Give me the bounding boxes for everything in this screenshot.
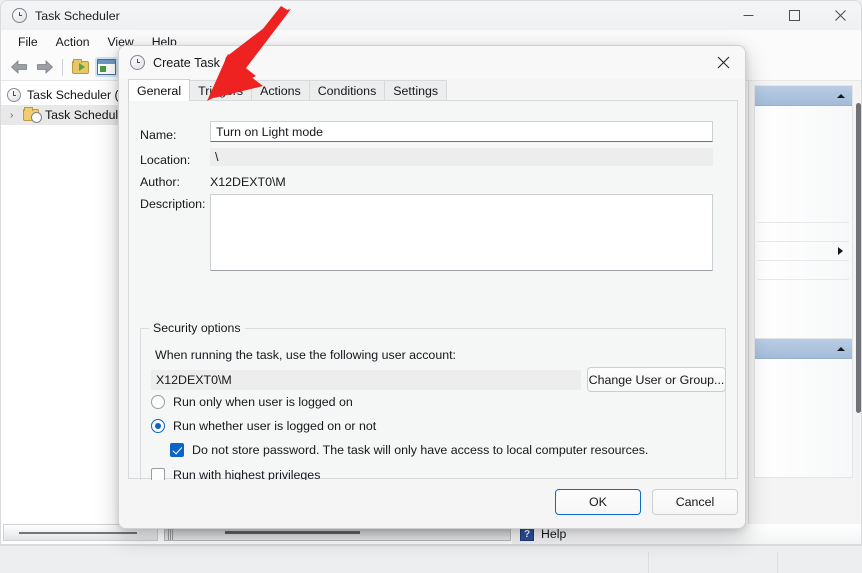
- ok-button[interactable]: OK: [555, 489, 641, 515]
- name-label: Name:: [140, 128, 177, 142]
- window-titlebar: Task Scheduler: [1, 1, 861, 30]
- description-label: Description:: [140, 197, 206, 211]
- window-controls: [725, 1, 861, 30]
- tree-item-label: Task Schedule: [45, 108, 125, 122]
- checkbox-do-not-store-password[interactable]: Do not store password. The task will onl…: [170, 443, 648, 457]
- help-label[interactable]: Help: [541, 527, 566, 541]
- general-tab-panel: Name: Turn on Light mode Location: \ Aut…: [128, 100, 738, 524]
- screen: Task Scheduler File Action View Help Tas…: [0, 0, 862, 573]
- radio-run-only-logged-on[interactable]: Run only when user is logged on: [151, 395, 353, 409]
- menu-file[interactable]: File: [9, 33, 47, 51]
- taskbar-strip: [0, 545, 862, 573]
- tab-conditions[interactable]: Conditions: [308, 80, 386, 101]
- dialog-title: Create Task: [153, 55, 220, 70]
- clock-icon: [12, 8, 27, 23]
- dialog-tabstrip: General Triggers Actions Conditions Sett…: [128, 79, 738, 101]
- folder-clock-icon: [23, 107, 42, 123]
- location-value: \: [210, 148, 713, 166]
- actions-panel-2-header[interactable]: [755, 339, 852, 359]
- dialog-footer: OK Cancel: [119, 480, 745, 528]
- back-arrow-icon[interactable]: [6, 56, 32, 78]
- new-folder-icon[interactable]: [67, 56, 93, 78]
- actions-panel-2: [754, 338, 853, 478]
- toolbar-divider: [62, 58, 63, 76]
- actions-pane-scrollbar[interactable]: [856, 103, 861, 413]
- actions-panel-1: [754, 85, 853, 343]
- menu-action[interactable]: Action: [47, 33, 99, 51]
- tab-settings[interactable]: Settings: [384, 80, 448, 101]
- cancel-button[interactable]: Cancel: [652, 489, 738, 515]
- close-button[interactable]: [817, 1, 861, 30]
- clock-icon: [130, 55, 145, 70]
- account-prompt: When running the task, use the following…: [155, 348, 456, 362]
- actions-pane: [748, 81, 861, 524]
- dialog-titlebar: Create Task: [119, 46, 745, 79]
- description-textarea[interactable]: [210, 194, 713, 271]
- clock-icon: [7, 88, 21, 102]
- radio-label: Run only when user is logged on: [173, 395, 353, 409]
- tab-general[interactable]: General: [128, 79, 191, 101]
- tab-triggers[interactable]: Triggers: [189, 80, 253, 101]
- tree-item-label: Task Scheduler (L: [27, 88, 126, 102]
- location-label: Location:: [140, 153, 191, 167]
- caret-up-icon[interactable]: [837, 346, 845, 351]
- radio-icon[interactable]: [151, 419, 165, 433]
- maximize-button[interactable]: [771, 1, 817, 30]
- minimize-button[interactable]: [725, 1, 771, 30]
- create-task-dialog: Create Task General Triggers Actions Con…: [118, 45, 746, 529]
- divider: [758, 279, 849, 280]
- window-title: Task Scheduler: [35, 8, 120, 23]
- caret-right-icon[interactable]: [838, 247, 843, 255]
- checkbox-icon[interactable]: [170, 443, 184, 457]
- radio-icon[interactable]: [151, 395, 165, 409]
- tab-actions[interactable]: Actions: [251, 80, 310, 101]
- author-label: Author:: [140, 175, 180, 189]
- properties-icon[interactable]: [93, 56, 119, 78]
- name-input[interactable]: Turn on Light mode: [210, 121, 713, 142]
- dialog-close-button[interactable]: [701, 46, 745, 79]
- chevron-right-icon[interactable]: ›: [10, 110, 13, 121]
- help-question-icon: ?: [520, 527, 534, 541]
- user-account-field: X12DEXT0\M: [151, 370, 581, 390]
- change-user-or-group-button[interactable]: Change User or Group...: [587, 367, 726, 392]
- author-value: X12DEXT0\M: [210, 175, 286, 189]
- radio-label: Run whether user is logged on or not: [173, 419, 377, 433]
- forward-arrow-icon[interactable]: [32, 56, 58, 78]
- checkbox-label: Do not store password. The task will onl…: [192, 443, 649, 457]
- radio-run-whether-logged-on[interactable]: Run whether user is logged on or not: [151, 419, 376, 433]
- actions-panel-1-header[interactable]: [755, 86, 852, 106]
- security-options-title: Security options: [149, 321, 245, 335]
- caret-up-icon[interactable]: [837, 93, 845, 98]
